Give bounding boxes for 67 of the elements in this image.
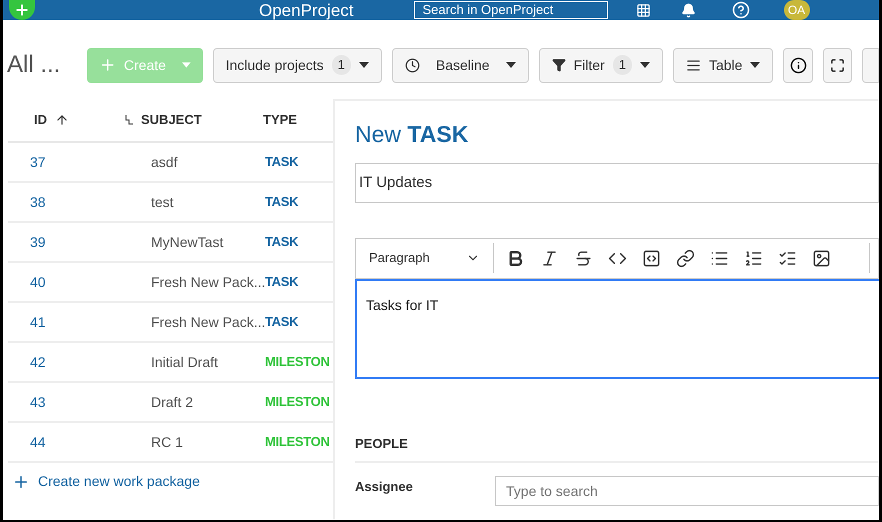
id-link[interactable]: 43	[8, 392, 151, 412]
id-link[interactable]: 44	[8, 432, 151, 452]
section-title: PEOPLE	[355, 434, 879, 463]
column-header[interactable]: SUBJECT	[141, 110, 263, 130]
help-icon[interactable]	[732, 1, 750, 19]
id-link[interactable]: 41	[8, 312, 151, 332]
apps-grid-icon[interactable]	[636, 2, 650, 18]
type-cell-text: TASK	[265, 313, 298, 332]
notification-icon[interactable]	[680, 2, 696, 18]
image-icon[interactable]	[812, 248, 831, 268]
form-title: New TASK	[355, 120, 470, 149]
subject-cell-text: test	[151, 192, 175, 212]
type-cell-text: TASK	[265, 193, 298, 212]
filter-icon	[552, 58, 566, 72]
type-cell-text: TASK	[265, 233, 298, 252]
type-cell-text: MILESTON	[265, 393, 330, 412]
baseline-icon	[404, 58, 420, 72]
paragraph-style-dropdown[interactable]: Paragraph	[356, 248, 493, 268]
caret-icon	[640, 62, 650, 68]
search-field[interactable]: Search in OpenProject	[414, 1, 608, 19]
page-title: All ...	[7, 50, 62, 80]
count-badge: 1	[332, 55, 351, 75]
subject-cell-text: Initial Draft	[151, 352, 219, 372]
code-block-icon[interactable]	[642, 248, 661, 268]
fullscreen-button[interactable]	[822, 48, 852, 82]
subject-cell-text: Fresh New Pack...	[151, 312, 265, 332]
subject-field[interactable]: IT Updates	[355, 162, 879, 202]
subject-cell-text: MyNewTast	[151, 232, 224, 252]
id-link[interactable]: 39	[8, 232, 151, 252]
include-projects-button[interactable]: Include projects 1	[212, 48, 382, 82]
caret-icon	[358, 62, 369, 68]
id-link[interactable]: 37	[8, 152, 151, 172]
column-header[interactable]: ID	[8, 110, 125, 130]
caret-icon	[182, 62, 191, 68]
id-link[interactable]: 42	[8, 352, 151, 372]
type-cell-text: TASK	[265, 273, 298, 292]
view-mode-button[interactable]: Table	[672, 48, 774, 82]
table-icon	[686, 58, 701, 72]
baseline-button[interactable]: Baseline	[392, 48, 529, 82]
logo[interactable]: OpenProject	[259, 2, 354, 18]
assignee-field[interactable]: Type to search	[495, 476, 879, 506]
add-icon[interactable]	[9, 0, 35, 20]
column-header[interactable]: TYPE	[263, 110, 297, 130]
subject-cell-text: RC 1	[151, 432, 184, 452]
caret-icon	[506, 62, 516, 68]
strikethrough-icon[interactable]	[574, 248, 593, 268]
numbered-list-icon[interactable]	[744, 248, 763, 268]
subject-cell-text: Fresh New Pack...	[151, 272, 265, 292]
description-editor[interactable]: Tasks for IT	[355, 278, 879, 378]
filter-button[interactable]: Filter 1	[538, 48, 663, 82]
id-link[interactable]: 40	[8, 272, 151, 292]
link-icon[interactable]	[676, 248, 695, 268]
type-cell-text: MILESTON	[265, 433, 330, 452]
caret-icon	[750, 62, 760, 68]
id-link[interactable]: 38	[8, 192, 151, 212]
type-cell-text: MILESTON	[265, 353, 330, 372]
field-label: Assignee	[355, 478, 414, 496]
sort-ascending-icon	[55, 113, 69, 127]
subject-cell-text: Draft 2	[151, 392, 194, 412]
hierarchy-icon[interactable]	[125, 115, 133, 125]
info-button[interactable]	[783, 48, 813, 82]
subject-cell-text: asdf	[151, 152, 178, 172]
fullscreen-icon	[830, 58, 845, 72]
create-work-package-link[interactable]: Create new work package	[8, 463, 333, 492]
type-cell-text: TASK	[265, 153, 298, 172]
count-badge: 1	[612, 55, 632, 75]
info-icon	[790, 56, 807, 74]
